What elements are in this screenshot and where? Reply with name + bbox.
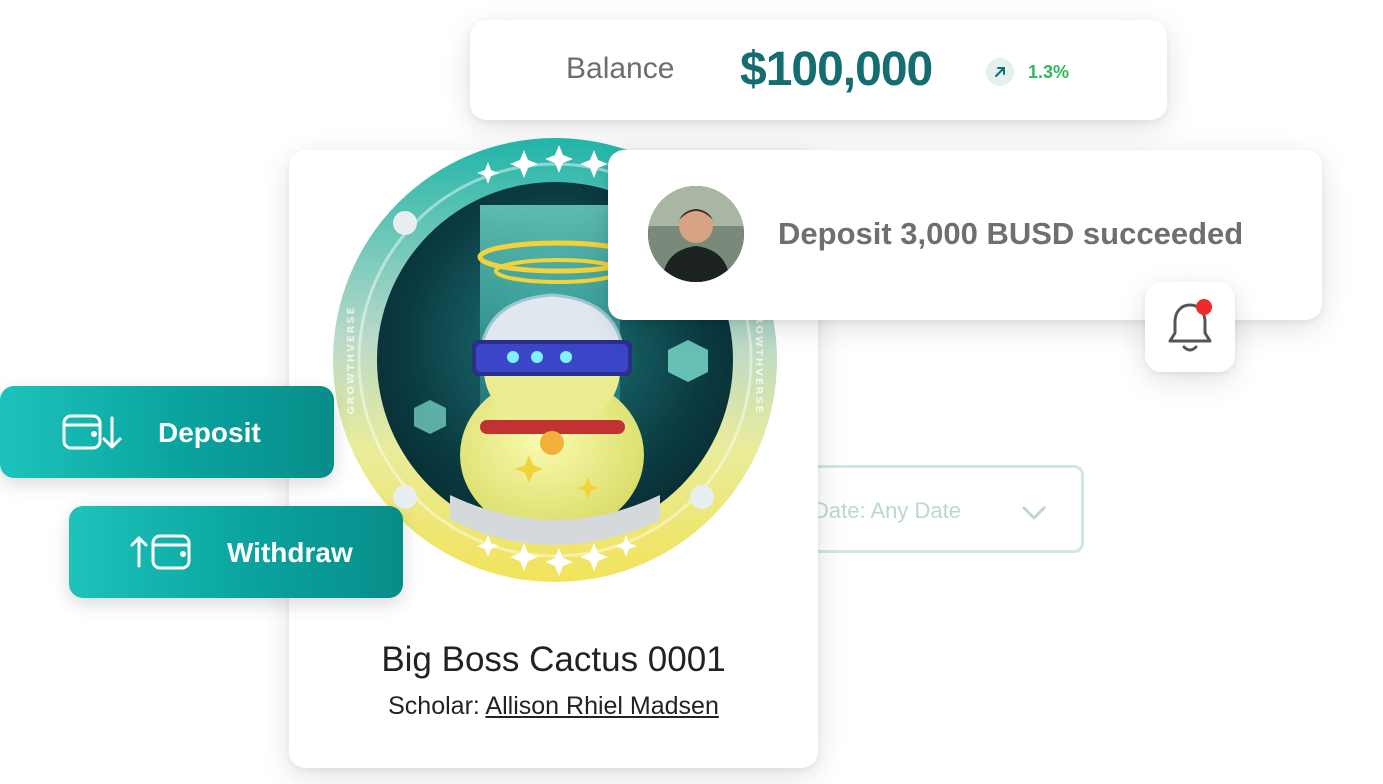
notification-message: Deposit 3,000 BUSD succeeded <box>778 216 1244 251</box>
coin-rim-text-left: GROWTHVERSE <box>346 306 357 415</box>
scholar-prefix: Scholar: <box>388 692 480 720</box>
arrow-up-right-icon <box>986 58 1014 86</box>
date-filter-label: Date: Any Date <box>813 498 961 523</box>
nft-title: Big Boss Cactus 0001 <box>381 640 726 679</box>
wallet-withdraw-icon <box>130 534 191 570</box>
deposit-button[interactable]: Deposit <box>0 386 334 478</box>
coin-rim-text-right: GROWTHVERSE <box>753 306 764 415</box>
notification-bell-button[interactable] <box>1145 282 1235 372</box>
wallet-deposit-icon <box>62 414 122 450</box>
chevron-down-icon <box>1022 506 1046 520</box>
balance-label: Balance <box>566 52 675 85</box>
withdraw-button[interactable]: Withdraw <box>69 506 403 598</box>
bell-icon <box>1168 299 1212 352</box>
balance-card: Balance $100,000 1.3% <box>470 20 1167 120</box>
user-avatar <box>648 186 744 282</box>
unread-indicator <box>1196 299 1212 315</box>
balance-value: $100,000 <box>740 43 933 96</box>
scholar-name-link[interactable]: Allison Rhiel Madsen <box>485 692 718 720</box>
withdraw-label: Withdraw <box>227 537 353 568</box>
deposit-label: Deposit <box>158 417 261 448</box>
scholar-line: Scholar: Allison Rhiel Madsen <box>289 692 818 721</box>
balance-trend: 1.3% <box>1028 62 1070 82</box>
